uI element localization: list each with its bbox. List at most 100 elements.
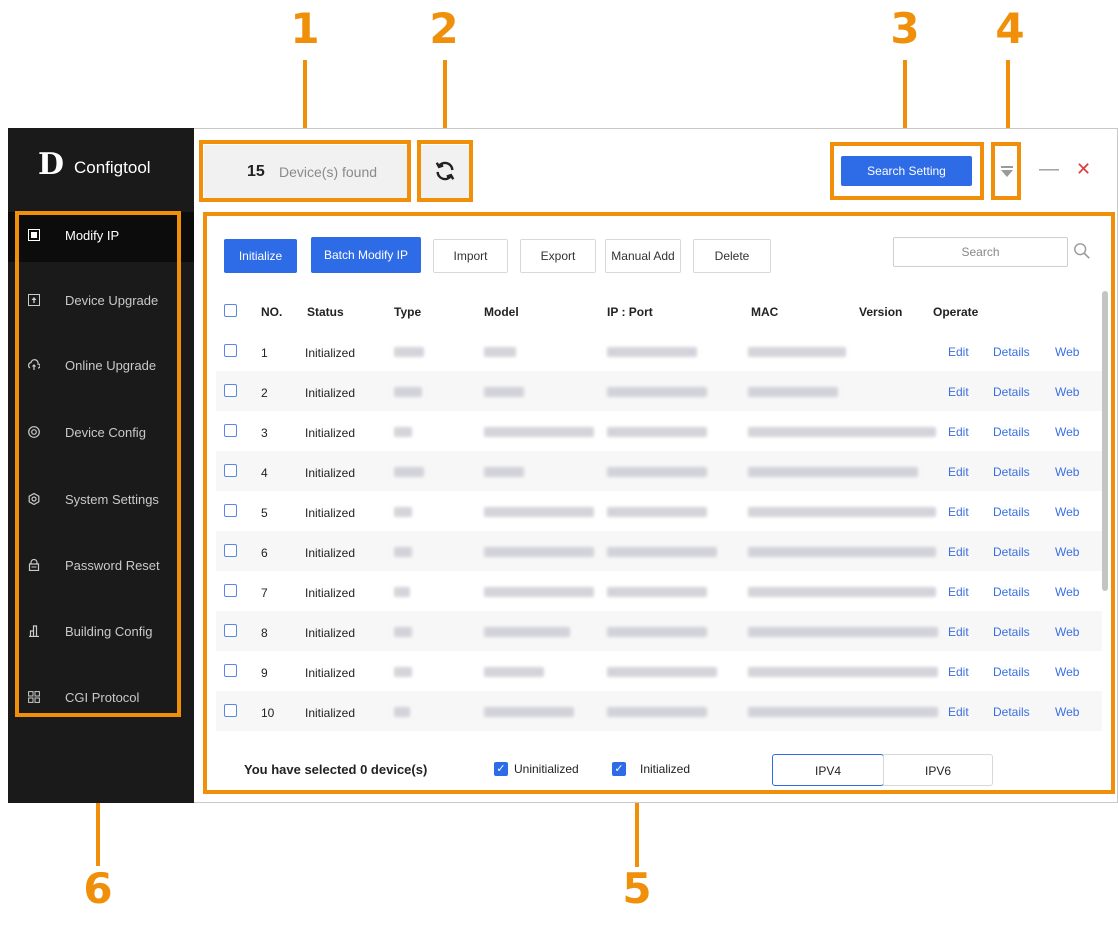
select-all-checkbox[interactable] [224,304,237,317]
filter-initialized-checkbox[interactable]: ✓ [612,762,626,776]
row-checkbox[interactable] [224,704,237,717]
sidebar-item-device-upgrade[interactable]: Device Upgrade [8,277,194,327]
redacted-value [394,347,424,357]
batch-modify-ip-button[interactable]: Batch Modify IP [311,237,421,273]
selection-summary: You have selected 0 device(s) [244,762,428,777]
details-link[interactable]: Details [993,585,1030,599]
redacted-value [394,627,412,637]
edit-link[interactable]: Edit [948,345,969,359]
details-link[interactable]: Details [993,545,1030,559]
ip-icon [28,229,40,241]
redacted-value [607,547,717,557]
edit-link[interactable]: Edit [948,625,969,639]
redacted-value [484,467,524,477]
redacted-value [394,547,412,557]
details-link[interactable]: Details [993,705,1030,719]
refresh-button[interactable] [421,145,469,198]
row-checkbox[interactable] [224,344,237,357]
edit-link[interactable]: Edit [948,665,969,679]
sidebar-item-online-upgrade[interactable]: Online Upgrade [8,342,194,392]
web-link[interactable]: Web [1055,705,1079,719]
callout-2: 2 [429,4,459,53]
redacted-value [484,427,594,437]
row-checkbox[interactable] [224,464,237,477]
row-status: Initialized [305,386,356,400]
redacted-value [748,347,846,357]
filter-uninitialized-checkbox[interactable]: ✓ [494,762,508,776]
row-checkbox[interactable] [224,384,237,397]
close-button[interactable]: ✕ [1076,159,1091,180]
edit-link[interactable]: Edit [948,385,969,399]
row-checkbox[interactable] [224,424,237,437]
import-button[interactable]: Import [433,239,508,273]
edit-link[interactable]: Edit [948,465,969,479]
sidebar-item-modify-ip[interactable]: Modify IP [8,212,194,262]
web-link[interactable]: Web [1055,625,1079,639]
sidebar-item-label: System Settings [65,492,159,507]
details-link[interactable]: Details [993,665,1030,679]
row-status: Initialized [305,586,356,600]
delete-button[interactable]: Delete [693,239,771,273]
redacted-value [607,587,707,597]
web-link[interactable]: Web [1055,345,1079,359]
details-link[interactable]: Details [993,425,1030,439]
gear-icon [28,493,40,505]
web-link[interactable]: Web [1055,385,1079,399]
row-checkbox[interactable] [224,584,237,597]
minimize-button[interactable]: — [1039,158,1059,181]
upgrade-icon [28,294,40,306]
search-input[interactable]: Search [893,237,1068,267]
edit-link[interactable]: Edit [948,545,969,559]
row-number: 7 [261,586,268,600]
web-link[interactable]: Web [1055,585,1079,599]
web-link[interactable]: Web [1055,505,1079,519]
details-link[interactable]: Details [993,505,1030,519]
web-link[interactable]: Web [1055,465,1079,479]
refresh-icon [435,161,455,181]
redacted-value [607,387,707,397]
search-setting-button[interactable]: Search Setting [841,156,972,186]
sidebar-item-system-settings[interactable]: System Settings [8,476,194,526]
column-header-status: Status [307,305,344,319]
table-scrollbar[interactable] [1102,291,1108,591]
web-link[interactable]: Web [1055,545,1079,559]
row-checkbox[interactable] [224,544,237,557]
details-link[interactable]: Details [993,465,1030,479]
manual-add-button[interactable]: Manual Add [605,239,681,273]
edit-link[interactable]: Edit [948,425,969,439]
column-header-mac: MAC [751,305,779,319]
column-header-operate: Operate [933,305,979,319]
initialize-button[interactable]: Initialize [224,239,297,273]
row-checkbox[interactable] [224,624,237,637]
row-checkbox[interactable] [224,504,237,517]
row-number: 10 [261,706,275,720]
callout-6: 6 [83,864,113,913]
details-link[interactable]: Details [993,385,1030,399]
details-link[interactable]: Details [993,625,1030,639]
column-header-no: NO. [261,305,283,319]
edit-link[interactable]: Edit [948,585,969,599]
web-link[interactable]: Web [1055,425,1079,439]
export-button[interactable]: Export [520,239,596,273]
sidebar-item-password-reset[interactable]: Password Reset [8,542,194,592]
search-icon[interactable] [1073,242,1091,260]
web-link[interactable]: Web [1055,665,1079,679]
callout-5: 5 [622,864,652,913]
ipv4-tab[interactable]: IPV4 [772,754,884,786]
edit-link[interactable]: Edit [948,505,969,519]
sidebar-item-building-config[interactable]: Building Config [8,608,194,658]
dropdown-menu-button[interactable] [997,160,1017,184]
ipv6-tab[interactable]: IPV6 [883,754,993,786]
details-link[interactable]: Details [993,345,1030,359]
redacted-value [394,507,412,517]
redacted-value [394,667,412,677]
callout-4: 4 [995,4,1025,53]
edit-link[interactable]: Edit [948,705,969,719]
sidebar-item-cgi-protocol[interactable]: CGI Protocol [8,674,194,724]
redacted-value [484,507,594,517]
row-checkbox[interactable] [224,664,237,677]
redacted-value [394,427,412,437]
row-number: 2 [261,386,268,400]
redacted-value [484,667,544,677]
sidebar-item-device-config[interactable]: Device Config [8,409,194,459]
